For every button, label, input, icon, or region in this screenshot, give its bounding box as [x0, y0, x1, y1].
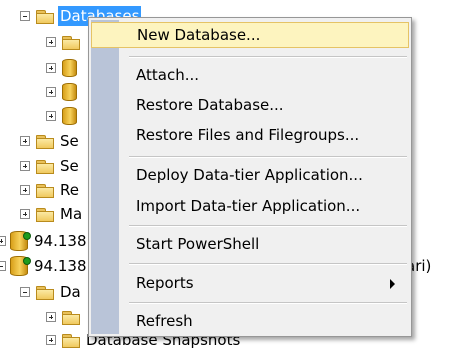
- menu-item-refresh[interactable]: Refresh: [91, 308, 409, 334]
- expand-icon[interactable]: [46, 37, 56, 47]
- submenu-arrow-icon: [390, 279, 395, 289]
- menu-item-deploy-data-tier[interactable]: Deploy Data-tier Application...: [91, 162, 409, 188]
- expand-icon[interactable]: [20, 209, 30, 219]
- tree-node-folder[interactable]: [46, 305, 80, 329]
- menu-separator: [129, 263, 407, 265]
- tree-node-database[interactable]: [46, 80, 77, 104]
- folder-icon: [36, 207, 54, 222]
- menu-separator: [129, 56, 407, 58]
- expand-icon[interactable]: [20, 136, 30, 146]
- menu-item-label: Refresh: [136, 312, 193, 330]
- expand-icon[interactable]: [46, 335, 56, 345]
- menu-separator: [129, 225, 407, 227]
- menu-item-new-database[interactable]: New Database...: [91, 22, 409, 48]
- tree-node-label: Se: [60, 132, 79, 150]
- menu-item-label: New Database...: [137, 26, 261, 44]
- expand-icon[interactable]: [20, 185, 30, 195]
- menu-item-start-powershell[interactable]: Start PowerShell: [91, 231, 409, 257]
- menu-item-label: Attach...: [136, 66, 200, 84]
- tree-node-label: 94.138: [34, 257, 87, 275]
- expand-icon[interactable]: [46, 312, 56, 322]
- menu-item-restore-database[interactable]: Restore Database...: [91, 92, 409, 118]
- tree-node-label: Se: [60, 157, 79, 175]
- tree-node-label: Re: [60, 181, 79, 199]
- menu-item-label: Deploy Data-tier Application...: [136, 166, 363, 184]
- folder-icon: [36, 159, 54, 174]
- tree-node-label: Ma: [60, 205, 83, 223]
- context-menu: New Database... Attach... Restore Databa…: [88, 17, 412, 337]
- collapse-icon[interactable]: [0, 261, 6, 271]
- folder-icon: [62, 333, 80, 348]
- folder-icon: [36, 285, 54, 300]
- tree-node-database[interactable]: [46, 56, 77, 80]
- menu-separator: [129, 302, 407, 304]
- tree-node-management[interactable]: Ma: [20, 202, 82, 226]
- menu-item-label: Restore Database...: [136, 96, 284, 114]
- tree-node-databases[interactable]: Da: [20, 280, 81, 304]
- tree-node-replication[interactable]: Re: [20, 178, 79, 202]
- database-icon: [62, 59, 77, 77]
- menu-item-label: Import Data-tier Application...: [136, 197, 361, 215]
- folder-icon: [62, 310, 80, 325]
- tree-node-database[interactable]: [46, 104, 77, 128]
- menu-item-label: Restore Files and Filegroups...: [136, 126, 360, 144]
- tree-node-folder[interactable]: [46, 30, 80, 54]
- tree-node-server[interactable]: 94.138: [0, 254, 87, 278]
- menu-item-attach[interactable]: Attach...: [91, 62, 409, 88]
- tree-node-server-objects[interactable]: Se: [20, 154, 79, 178]
- menu-separator: [129, 156, 407, 158]
- expand-icon[interactable]: [46, 111, 56, 121]
- expand-icon[interactable]: [20, 161, 30, 171]
- menu-item-reports[interactable]: Reports: [91, 270, 409, 296]
- menu-item-label: Reports: [136, 274, 194, 292]
- folder-icon: [36, 134, 54, 149]
- server-icon: [10, 256, 31, 276]
- expand-icon[interactable]: [46, 63, 56, 73]
- folder-icon: [36, 183, 54, 198]
- tree-node-server[interactable]: 94.138: [0, 229, 87, 253]
- server-icon: [10, 231, 31, 251]
- database-icon: [62, 107, 77, 125]
- menu-item-restore-files[interactable]: Restore Files and Filegroups...: [91, 122, 409, 148]
- collapse-icon[interactable]: [20, 287, 30, 297]
- tree-node-label: 94.138: [34, 232, 87, 250]
- database-icon: [62, 83, 77, 101]
- menu-item-label: Start PowerShell: [136, 235, 260, 253]
- tree-node-security[interactable]: Se: [20, 129, 79, 153]
- collapse-icon[interactable]: [20, 11, 30, 21]
- folder-icon: [36, 9, 54, 24]
- folder-icon: [62, 35, 80, 50]
- expand-icon[interactable]: [46, 87, 56, 97]
- menu-item-import-data-tier[interactable]: Import Data-tier Application...: [91, 193, 409, 219]
- expand-icon[interactable]: [0, 236, 6, 246]
- tree-node-label: Da: [60, 283, 81, 301]
